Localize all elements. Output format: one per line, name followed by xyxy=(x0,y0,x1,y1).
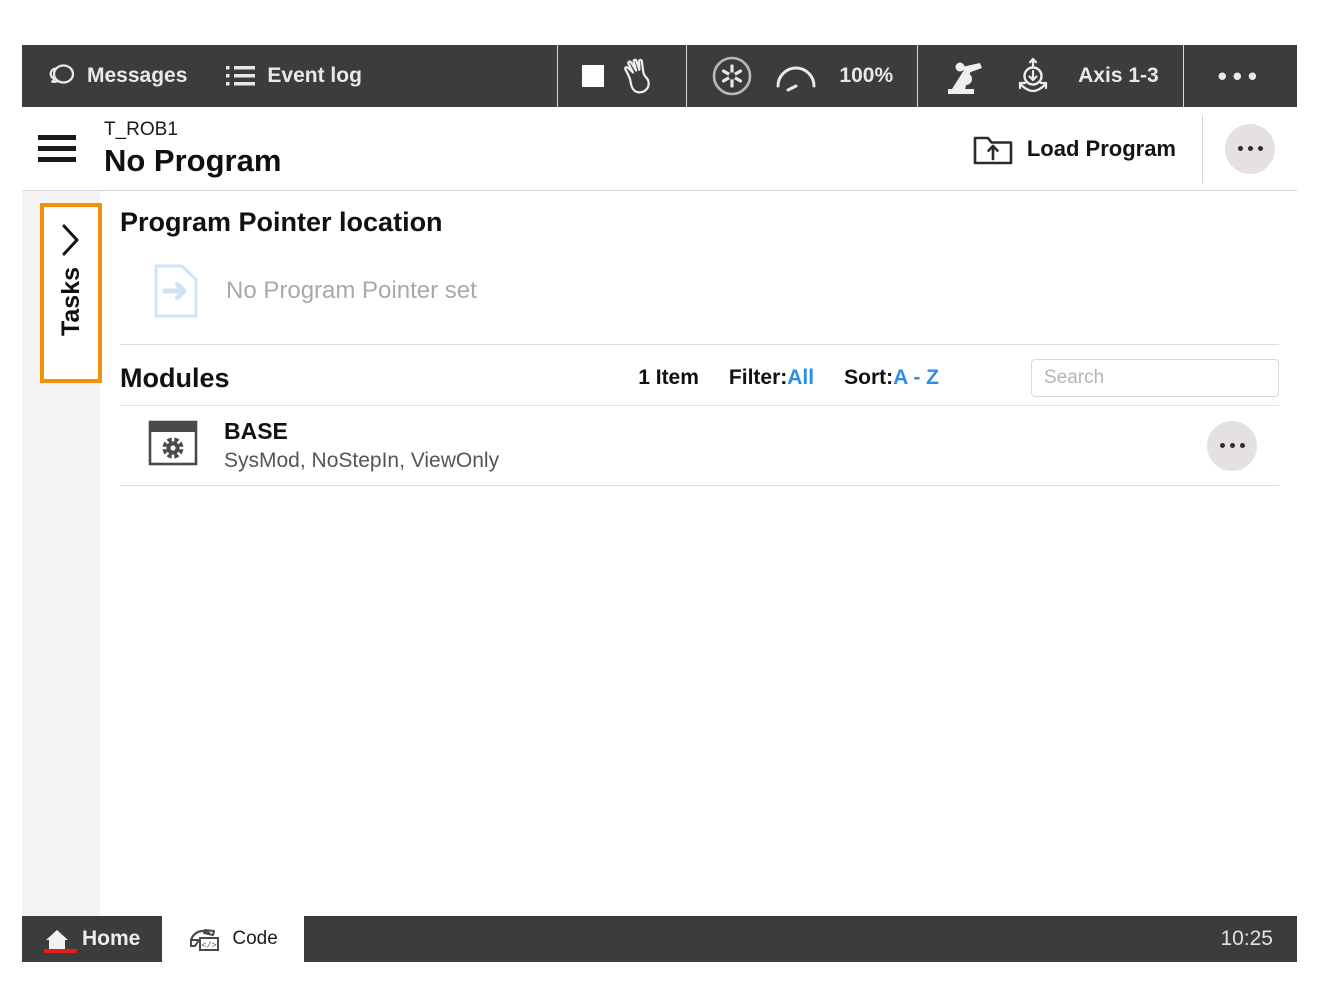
page-header: T_ROB1 No Program Load Program xyxy=(22,107,1297,191)
modules-header: Modules 1 Item Filter:All Sort:A - Z xyxy=(120,345,1279,405)
status-overflow-button[interactable]: ••• xyxy=(1184,45,1297,107)
filter-label: Filter: xyxy=(729,366,787,389)
sort-control[interactable]: Sort:A - Z xyxy=(844,366,939,390)
code-editor-icon: </> xyxy=(188,926,220,952)
modules-heading: Modules xyxy=(120,363,230,394)
load-program-label: Load Program xyxy=(1027,136,1176,162)
messages-icon[interactable] xyxy=(46,63,76,89)
speed-value[interactable]: 100% xyxy=(839,64,893,88)
search-input[interactable] xyxy=(1031,359,1279,397)
tasks-tab-label: Tasks xyxy=(57,267,86,336)
main-menu-button[interactable] xyxy=(38,126,84,172)
event-log-label[interactable]: Event log xyxy=(267,64,362,88)
overflow-dot xyxy=(1240,443,1245,448)
program-pointer-empty-text: No Program Pointer set xyxy=(226,277,477,305)
overflow-dot xyxy=(1258,146,1263,151)
motors-speed-group: 100% xyxy=(687,45,917,107)
hamburger-line xyxy=(38,135,76,140)
tasks-rail: Tasks xyxy=(22,191,100,916)
modules-controls: 1 Item Filter:All Sort:A - Z xyxy=(638,359,1279,397)
home-active-underline xyxy=(44,949,77,953)
home-icon xyxy=(44,928,70,950)
event-log-icon[interactable] xyxy=(226,64,256,88)
program-pointer-document-icon xyxy=(154,264,198,318)
robot-jog-group: Axis 1-3 xyxy=(918,45,1183,107)
header-divider xyxy=(1202,115,1203,183)
overflow-dot xyxy=(1220,443,1225,448)
header-title-block: T_ROB1 No Program xyxy=(104,119,281,178)
module-overflow-button[interactable] xyxy=(1207,421,1257,471)
program-pointer-heading: Program Pointer location xyxy=(120,191,1279,238)
operating-state-group xyxy=(558,45,686,107)
task-name: T_ROB1 xyxy=(104,119,281,141)
taskbar-clock: 10:25 xyxy=(1220,916,1297,962)
status-bar-left-group: Messages Event log xyxy=(22,45,557,107)
flexpendant-app: Messages Event log xyxy=(22,45,1297,962)
sort-value: A - Z xyxy=(893,366,939,389)
svg-text:</>: </> xyxy=(202,941,217,951)
taskbar-home-label: Home xyxy=(82,927,140,951)
filter-value: All xyxy=(787,366,814,389)
page-title: No Program xyxy=(104,143,281,179)
module-text-block: BASE SysMod, NoStepIn, ViewOnly xyxy=(224,418,499,473)
hamburger-line xyxy=(38,157,76,162)
overflow-dot xyxy=(1238,146,1243,151)
tasks-panel-toggle[interactable]: Tasks xyxy=(40,203,102,383)
modules-item-count: 1 Item xyxy=(638,366,699,390)
stop-square-icon[interactable] xyxy=(582,65,604,87)
module-attributes: SysMod, NoStepIn, ViewOnly xyxy=(224,449,499,473)
chevron-right-icon xyxy=(60,223,82,257)
top-status-bar: Messages Event log xyxy=(22,45,1297,107)
filter-control[interactable]: Filter:All xyxy=(729,366,814,390)
module-icon xyxy=(148,419,198,472)
taskbar: Home </> Code 10:25 xyxy=(22,916,1297,962)
speed-gauge-icon[interactable] xyxy=(775,59,817,93)
table-row[interactable]: BASE SysMod, NoStepIn, ViewOnly xyxy=(120,405,1279,486)
hamburger-line xyxy=(38,146,76,151)
folder-upload-icon xyxy=(973,132,1013,166)
content-area: Program Pointer location No Program Poin… xyxy=(100,191,1297,916)
module-name: BASE xyxy=(224,418,499,445)
robot-arm-icon[interactable] xyxy=(942,57,988,95)
page-body: Tasks Program Pointer location No Progra… xyxy=(22,191,1297,916)
header-overflow-button[interactable] xyxy=(1225,124,1275,174)
taskbar-item-home[interactable]: Home xyxy=(22,916,162,962)
load-program-button[interactable]: Load Program xyxy=(955,107,1202,190)
jog-mode-label[interactable]: Axis 1-3 xyxy=(1078,64,1159,88)
overflow-dot xyxy=(1248,146,1253,151)
motors-off-icon[interactable] xyxy=(711,55,753,97)
taskbar-code-label: Code xyxy=(232,928,277,950)
program-pointer-row: No Program Pointer set xyxy=(120,238,1279,345)
manual-mode-hand-icon[interactable] xyxy=(622,57,662,95)
taskbar-item-code[interactable]: </> Code xyxy=(162,916,303,962)
sort-label: Sort: xyxy=(844,366,893,389)
status-overflow-dots: ••• xyxy=(1218,63,1263,89)
header-actions: Load Program xyxy=(955,107,1297,190)
messages-label[interactable]: Messages xyxy=(87,64,187,88)
jog-mode-axis-icon[interactable] xyxy=(1012,57,1054,95)
overflow-dot xyxy=(1230,443,1235,448)
